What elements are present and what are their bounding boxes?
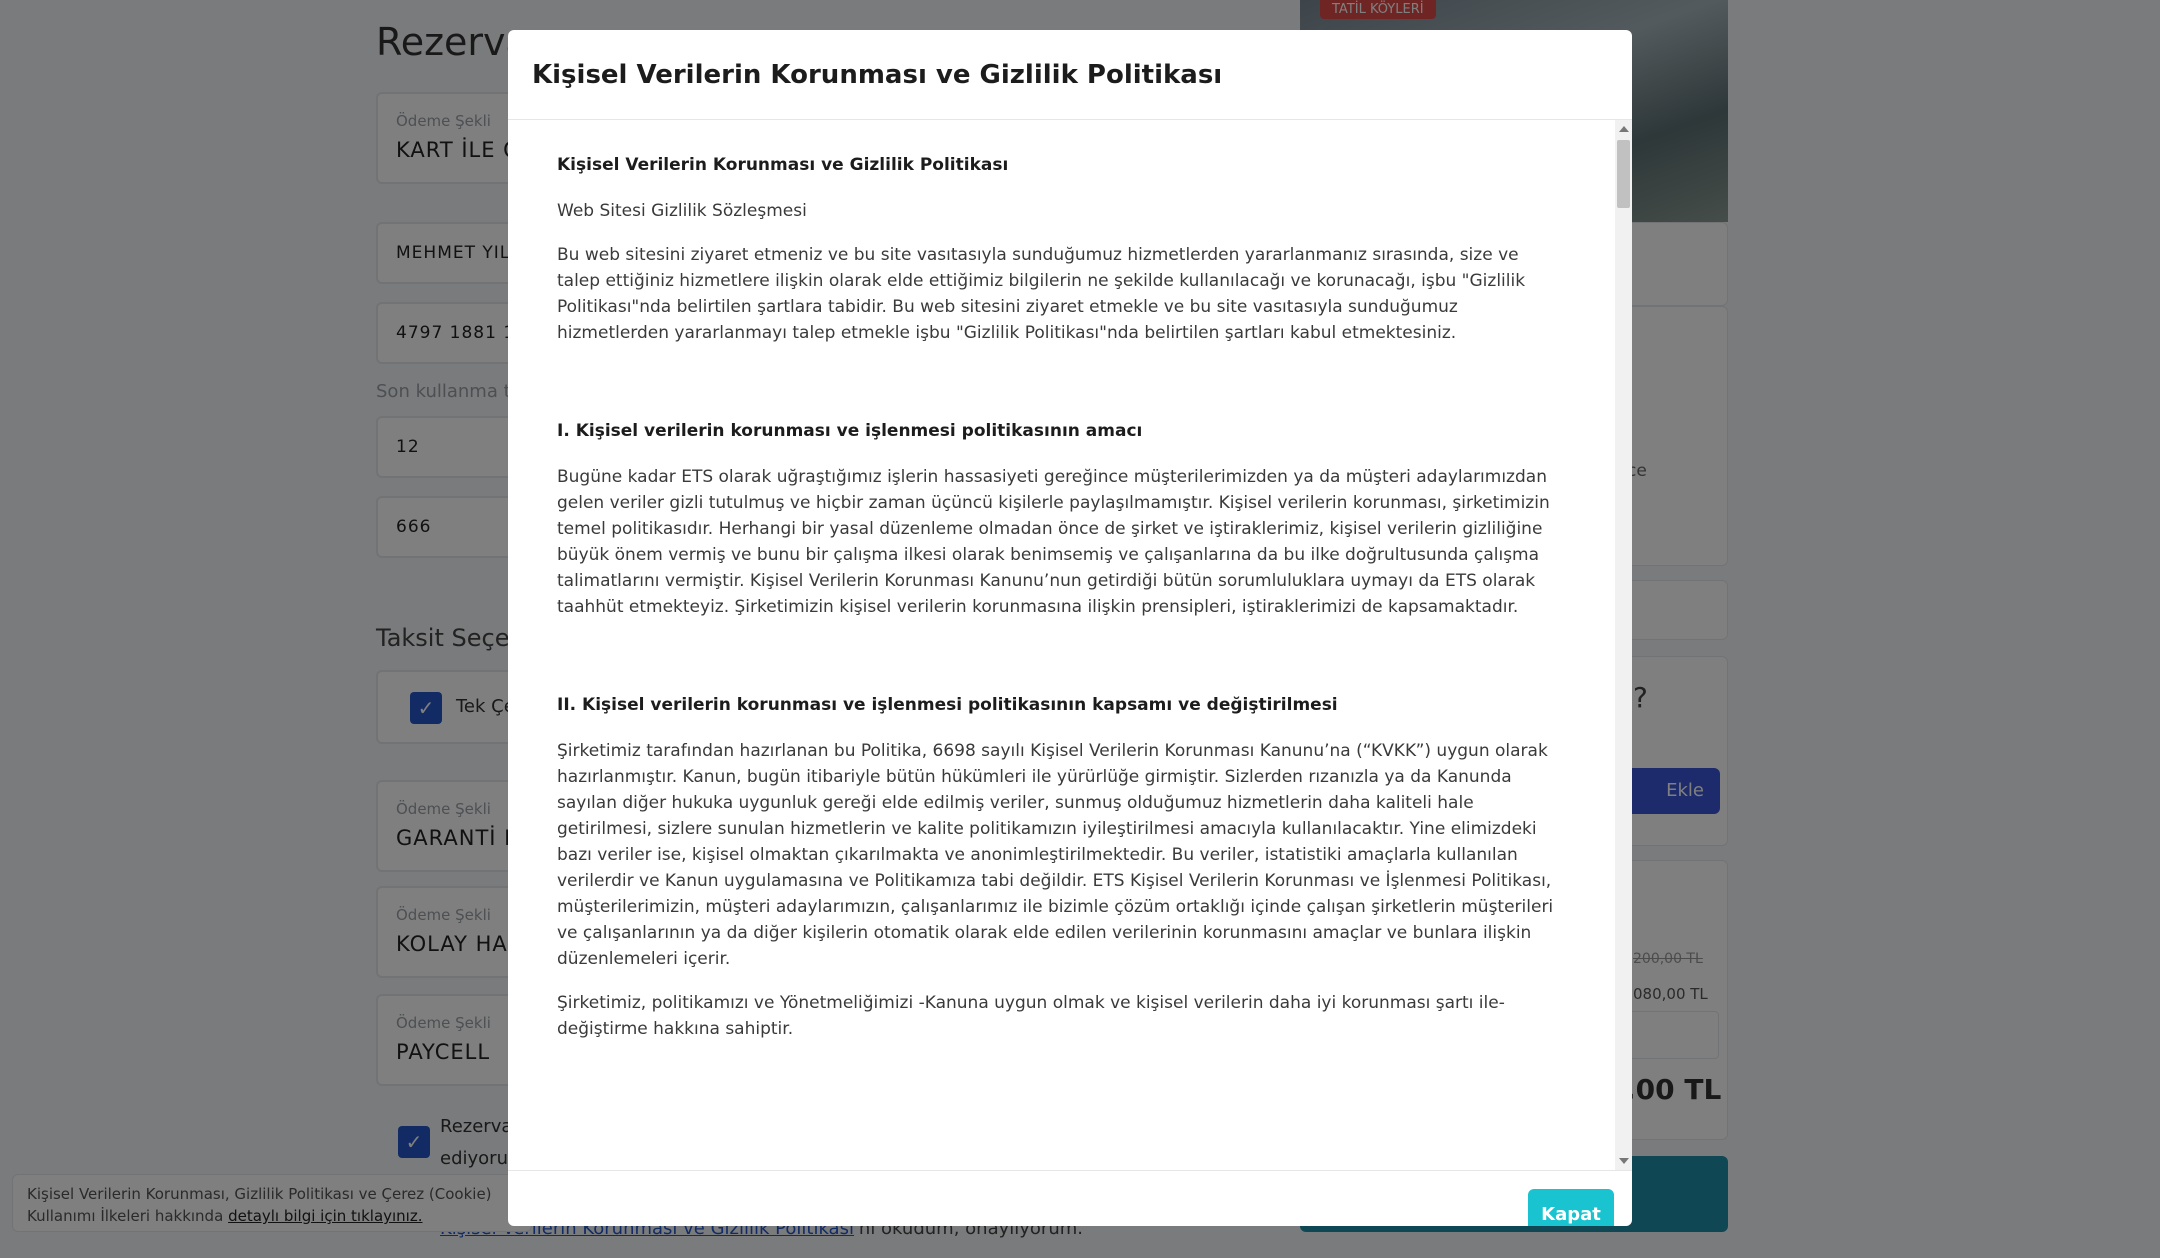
doc-heading: Kişisel Verilerin Korunması ve Gizlilik … [557,155,1009,175]
doc-subtitle: Web Sitesi Gizlilik Sözleşmesi [557,201,807,221]
section2-text: Şirketimiz tarafından hazırlanan bu Poli… [557,741,1554,969]
scroll-down-icon[interactable] [1619,1158,1629,1164]
modal-scrollbar[interactable] [1615,120,1632,1170]
section2-title: II. Kişisel verilerin korunması ve işlen… [557,695,1338,715]
scroll-up-icon[interactable] [1619,126,1629,132]
modal-header: Kişisel Verilerin Korunması ve Gizlilik … [508,30,1632,120]
modal-body[interactable]: Kişisel Verilerin Korunması ve Gizlilik … [508,120,1615,1170]
close-button[interactable]: Kapat [1528,1189,1614,1226]
section1-text: Bugüne kadar ETS olarak uğraştığımız işl… [557,467,1550,617]
modal-title: Kişisel Verilerin Korunması ve Gizlilik … [532,60,1223,90]
section1-title: I. Kişisel verilerin korunması ve işlenm… [557,421,1143,441]
modal-footer: Kapat [508,1170,1632,1226]
section2-text-b: Şirketimiz, politikamızı ve Yönetmeliğim… [557,993,1505,1039]
scroll-thumb[interactable] [1617,140,1630,208]
privacy-policy-modal: Kişisel Verilerin Korunması ve Gizlilik … [508,30,1632,1226]
doc-intro: Bu web sitesini ziyaret etmeniz ve bu si… [557,245,1526,343]
